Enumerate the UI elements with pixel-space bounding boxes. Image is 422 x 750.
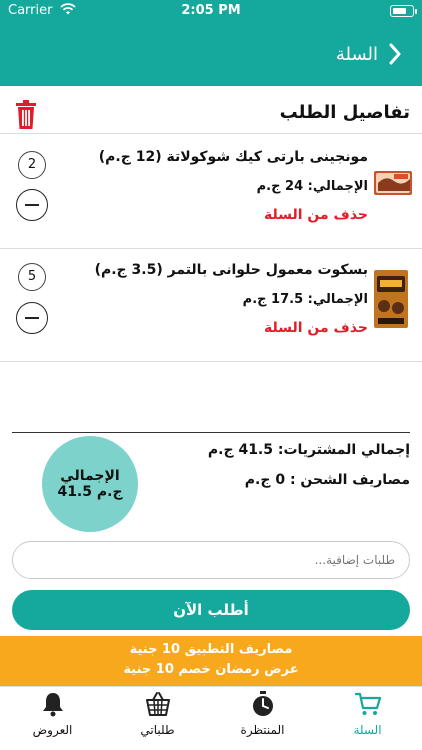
- grand-total-badge: الإجمالي 41.5 ج.م: [42, 436, 138, 532]
- quantity-badge: 5: [18, 263, 46, 291]
- cart-item: مونجينى بارتى كيك شوكولاتة (12 ج.م) الإج…: [0, 135, 422, 249]
- page-title: تفاصيل الطلب: [279, 102, 410, 123]
- item-total: الإجمالي: 24 ج.م: [256, 179, 368, 194]
- chevron-right-icon: [388, 43, 402, 65]
- grand-total-value: 41.5 ج.م: [57, 484, 123, 500]
- status-bar: Carrier 2:05 PM: [0, 0, 422, 22]
- back-label: السلة: [335, 43, 378, 65]
- tab-bar: العروض طلباتي المنتظرة السلة: [0, 686, 422, 750]
- order-now-button[interactable]: أطلب الآن: [12, 590, 410, 630]
- tab-cart[interactable]: السلة: [315, 687, 420, 750]
- cart-item: بسكوت معمول حلوانى بالتمر (3.5 ج.م) الإج…: [0, 248, 422, 362]
- shipping-fee: مصاريف الشحن : 0 ج.م: [244, 472, 410, 488]
- clock: 2:05 PM: [181, 3, 241, 18]
- purchases-total: إجمالي المشتريات: 41.5 ج.م: [207, 442, 410, 458]
- bell-icon: [40, 691, 66, 717]
- battery-icon: [390, 5, 417, 17]
- tab-label: السلة: [353, 723, 382, 737]
- order-details-header: تفاصيل الطلب: [0, 96, 422, 134]
- cake-thumbnail: [374, 169, 412, 201]
- basket-icon: [145, 691, 171, 717]
- item-total: الإجمالي: 17.5 ج.م: [242, 292, 368, 307]
- stopwatch-icon: [250, 691, 276, 717]
- remove-from-cart-link[interactable]: حذف من السلة: [264, 207, 368, 223]
- grand-total-label: الإجمالي: [60, 468, 120, 484]
- summary-divider: [12, 432, 410, 433]
- item-name: مونجينى بارتى كيك شوكولاتة (12 ج.م): [98, 149, 368, 165]
- back-button[interactable]: السلة: [336, 38, 402, 70]
- promo-banner: مصاريف التطبيق 10 جنية عرض رمضان خصم 10 …: [0, 636, 422, 686]
- tab-label: المنتظرة: [240, 723, 285, 737]
- promo-line-discount: عرض رمضان خصم 10 جنية: [123, 662, 299, 677]
- trash-icon[interactable]: [14, 100, 38, 134]
- tab-pending[interactable]: المنتظرة: [210, 687, 315, 750]
- decrease-quantity-button[interactable]: [16, 302, 48, 334]
- tab-label: طلباتي: [140, 723, 175, 737]
- tab-my-orders[interactable]: طلباتي: [105, 687, 210, 750]
- promo-line-fee: مصاريف التطبيق 10 جنية: [129, 642, 293, 657]
- decrease-quantity-button[interactable]: [16, 189, 48, 221]
- additional-requests-input[interactable]: [12, 541, 410, 579]
- cart-icon: [354, 691, 382, 717]
- item-name: بسكوت معمول حلوانى بالتمر (3.5 ج.م): [94, 262, 368, 278]
- tab-label: العروض: [32, 723, 73, 737]
- maamoul-thumbnail: [374, 270, 412, 332]
- quantity-badge: 2: [18, 151, 46, 179]
- remove-from-cart-link[interactable]: حذف من السلة: [264, 320, 368, 336]
- nav-bar: السلة: [0, 22, 422, 86]
- tab-offers[interactable]: العروض: [0, 687, 105, 750]
